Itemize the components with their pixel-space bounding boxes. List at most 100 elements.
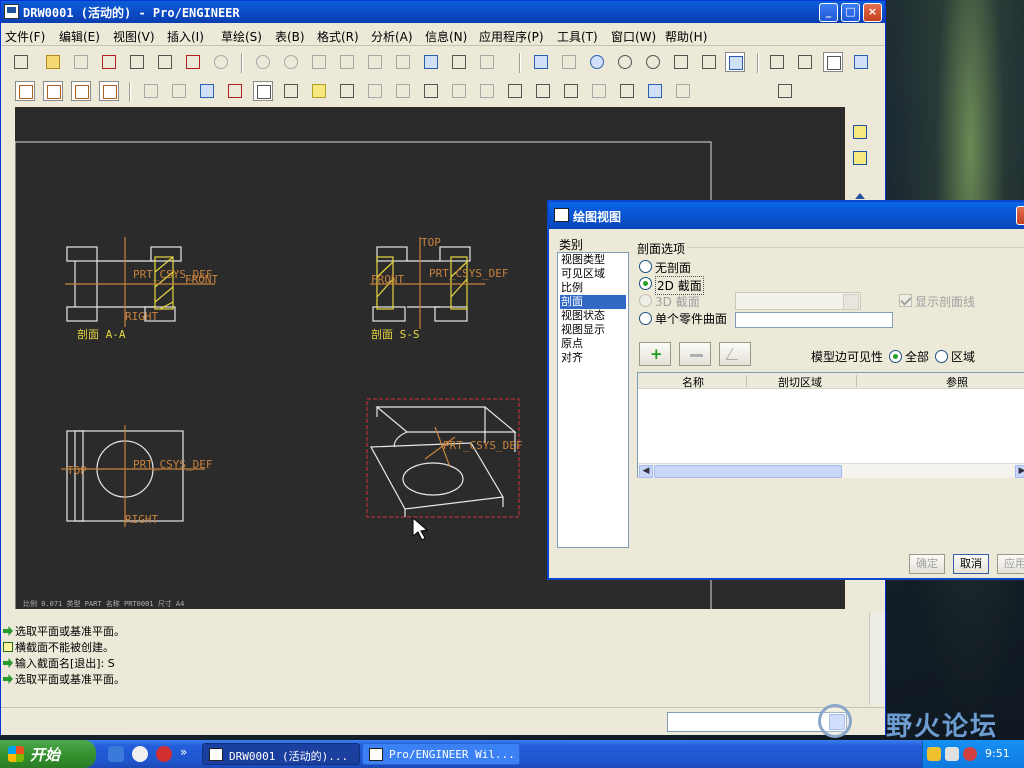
close-button[interactable]: × [863,3,882,22]
menu-window[interactable]: 窗口(W) [611,28,656,45]
3d-section-select[interactable] [735,292,861,310]
mail-ring-icon[interactable] [211,52,231,72]
delete-icon[interactable] [141,81,161,101]
column-reference[interactable]: 参照 [946,374,968,390]
message-scrollbar[interactable] [869,613,885,705]
scroll-thumb[interactable] [654,465,842,478]
paste-special-icon[interactable] [393,52,413,72]
scroll-right-icon[interactable]: ▶ [1015,465,1024,478]
undo-icon[interactable] [253,52,273,72]
move-item-icon[interactable] [225,81,245,101]
menu-help[interactable]: 帮助(H) [665,28,707,45]
menu-analysis[interactable]: 分析(A) [371,28,413,45]
cancel-button[interactable]: 取消 [953,554,989,574]
radio-3d-section[interactable] [639,294,652,307]
radio-edge-all[interactable] [889,350,902,363]
spin-center-icon[interactable] [559,52,579,72]
category-item-origin[interactable]: 原点 [560,337,626,351]
symbol-icon[interactable] [533,81,553,101]
repeat-region-icon[interactable] [673,81,693,101]
menu-applications[interactable]: 应用程序(P) [479,28,544,45]
shading-icon[interactable] [851,52,871,72]
show-hatch-checkbox[interactable] [899,294,912,307]
menu-view[interactable]: 视图(V) [113,28,155,45]
menu-sketch[interactable]: 草绘(S) [221,28,262,45]
category-item-view-type[interactable]: 视图类型 [560,253,626,267]
paste-icon[interactable] [365,52,385,72]
insert-table-icon[interactable] [617,81,637,101]
qq-icon[interactable] [132,746,148,762]
reorient-icon[interactable] [699,52,719,72]
remove-section-button[interactable] [679,342,711,366]
layers-icon[interactable] [725,52,745,72]
minimize-button[interactable]: _ [819,3,838,22]
dimension-order-icon[interactable] [169,81,189,101]
category-item-view-display[interactable]: 视图显示 [560,323,626,337]
redo-icon[interactable] [281,52,301,72]
copy-icon[interactable] [337,52,357,72]
tray-security-icon[interactable] [963,747,977,761]
selection-box-icon[interactable] [477,52,497,72]
show-axes-icon[interactable] [849,121,873,143]
regenerate-icon[interactable] [421,52,441,72]
print-icon[interactable] [127,52,147,72]
balloon-icon[interactable] [589,81,609,101]
show-annotations-icon[interactable] [309,81,329,101]
category-item-sections[interactable]: 剖面 [560,295,626,309]
refit-icon[interactable] [671,52,691,72]
table-grid-icon[interactable] [281,81,301,101]
wireframe-icon[interactable] [767,52,787,72]
open-folder-icon[interactable] [43,52,63,72]
ordinate-dim-icon[interactable] [365,81,385,101]
table-horizontal-scrollbar[interactable]: ◀ ▶ [638,463,1024,478]
cut-icon[interactable] [309,52,329,72]
task-proe-window[interactable]: Pro/ENGINEER Wil... [362,743,520,765]
update-sheet-icon[interactable] [197,81,217,101]
dimension-style-icon[interactable] [849,147,873,169]
dialog-title-bar[interactable]: 绘图视图 [549,202,1024,229]
chevron-down-icon[interactable] [843,294,859,310]
reference-dim-icon[interactable] [393,81,413,101]
menu-tools[interactable]: 工具(T) [557,28,598,45]
menu-table[interactable]: 表(B) [275,28,305,45]
edit-section-button[interactable] [719,342,751,366]
email-link-icon[interactable] [183,52,203,72]
email-icon[interactable] [155,52,175,72]
category-item-alignment[interactable]: 对齐 [560,351,626,365]
datum-axis-display-icon[interactable] [43,81,63,101]
menu-file[interactable]: 文件(F) [5,28,45,45]
surface-finish-icon[interactable] [449,81,469,101]
scroll-left-icon[interactable]: ◀ [639,465,653,478]
quick-launch-more[interactable]: » [180,745,187,759]
apply-button[interactable]: 应用 [997,554,1024,574]
zoom-out-icon[interactable] [643,52,663,72]
new-icon[interactable] [11,52,31,72]
category-item-scale[interactable]: 比例 [560,281,626,295]
title-bar[interactable]: DRW0001 (活动的) - Pro/ENGINEER _ □ × [1,1,885,23]
menu-edit[interactable]: 编辑(E) [59,28,100,45]
menu-insert[interactable]: 插入(I) [167,28,204,45]
tray-network-icon[interactable] [945,747,959,761]
category-item-view-states[interactable]: 视图状态 [560,309,626,323]
datum-tag-icon[interactable] [505,81,525,101]
add-section-button[interactable]: + [639,342,671,366]
save-icon[interactable] [71,52,91,72]
zoom-in-icon[interactable] [615,52,635,72]
geometric-tolerance-icon[interactable] [477,81,497,101]
radio-no-section[interactable] [639,260,652,273]
datum-point-display-icon[interactable] [71,81,91,101]
datum-plane-display-icon[interactable] [15,81,35,101]
radio-single-part-surface[interactable] [639,312,652,325]
category-item-visible-area[interactable]: 可见区域 [560,267,626,281]
dimension-icon[interactable] [337,81,357,101]
media-player-icon[interactable] [156,746,172,762]
orient-mode-icon[interactable] [587,52,607,72]
hidden-line-icon[interactable] [795,52,815,72]
left-splitter[interactable] [1,107,15,609]
show-desktop-icon[interactable] [108,746,124,762]
no-hidden-icon[interactable] [823,52,843,72]
ok-button[interactable]: 确定 [909,554,945,574]
maximize-button[interactable]: □ [841,3,860,22]
custom-symbol-icon[interactable] [561,81,581,101]
tray-folder-icon[interactable] [927,747,941,761]
